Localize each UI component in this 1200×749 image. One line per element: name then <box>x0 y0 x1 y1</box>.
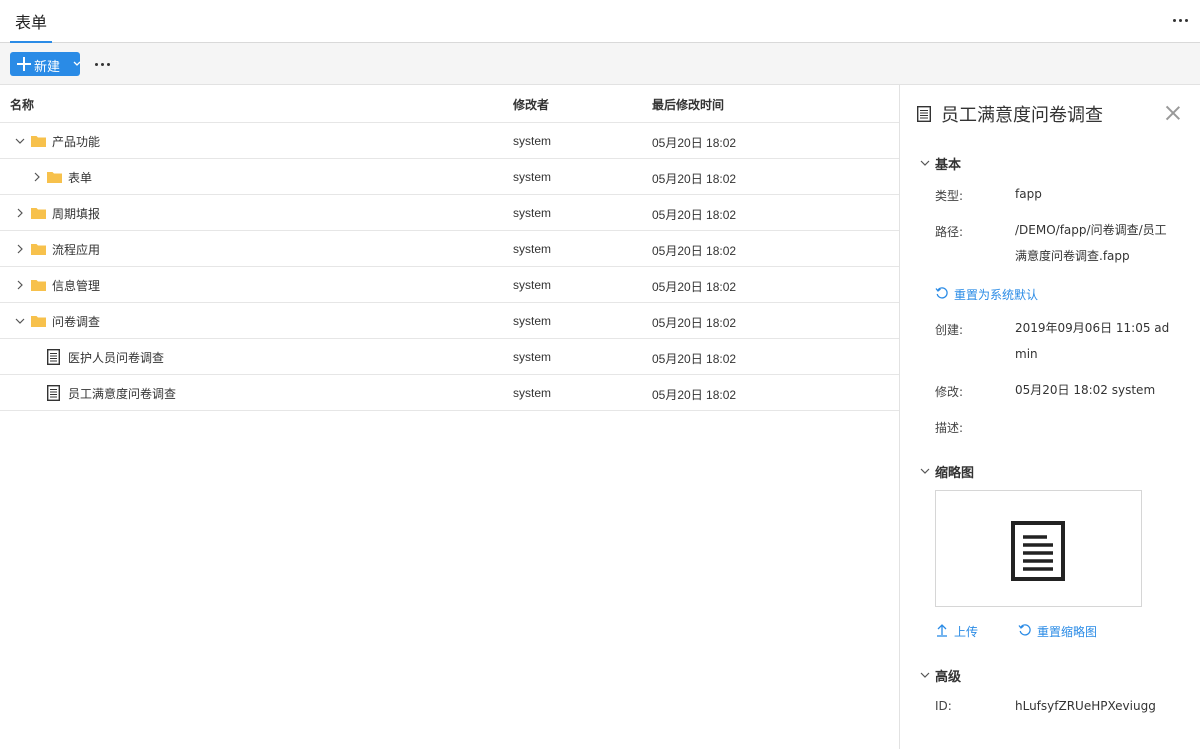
created-value: 2019年09月06日 11:05 admin <box>1015 321 1170 361</box>
created-label: 创建: <box>935 323 964 337</box>
chevron-down-icon <box>920 672 930 678</box>
undo-icon <box>935 287 948 299</box>
column-header-modifier[interactable]: 修改者 <box>513 96 549 113</box>
row-time: 05月20日 18:02 <box>652 208 737 222</box>
chevron-right-icon[interactable] <box>32 172 42 182</box>
row-time: 05月20日 18:02 <box>652 172 737 186</box>
folder-icon <box>31 316 46 327</box>
table-row[interactable]: 周期填报 system 05月20日 18:02 <box>0 195 899 231</box>
row-modifier: system <box>513 170 552 184</box>
id-label: ID: <box>935 699 952 713</box>
modified-value: 05月20日 18:02 system <box>1015 383 1156 397</box>
list-header: 名称 修改者 最后修改时间 <box>0 85 899 123</box>
tab-label: 表单 <box>15 13 48 32</box>
undo-icon <box>1018 624 1031 636</box>
path-label: 路径: <box>935 225 964 239</box>
chevron-right-icon[interactable] <box>15 244 25 254</box>
tab-form[interactable]: 表单 <box>10 0 52 44</box>
tab-bar: 表单 <box>0 0 1200 44</box>
table-row[interactable]: 流程应用 system 05月20日 18:02 <box>0 231 899 267</box>
row-time: 05月20日 18:02 <box>652 244 737 258</box>
row-time: 05月20日 18:02 <box>652 352 737 366</box>
plus-icon <box>17 57 31 71</box>
table-row[interactable]: 医护人员问卷调查 system 05月20日 18:02 <box>0 339 899 375</box>
folder-icon <box>31 136 46 147</box>
row-name: 医护人员问卷调查 <box>68 351 165 365</box>
row-modifier: system <box>513 350 552 364</box>
path-value: /DEMO/fapp/问卷调查/员工满意度问卷调查.fapp <box>1015 223 1167 263</box>
new-button[interactable]: 新建 <box>10 52 81 76</box>
row-name: 流程应用 <box>52 243 101 257</box>
document-icon <box>47 349 60 365</box>
folder-icon <box>31 280 46 291</box>
row-name: 产品功能 <box>52 135 101 149</box>
row-time: 05月20日 18:02 <box>652 388 737 402</box>
row-modifier: system <box>513 206 552 220</box>
reset-thumbnail-label: 重置缩略图 <box>1037 625 1098 639</box>
chevron-right-icon[interactable] <box>15 208 25 218</box>
file-list: 名称 修改者 最后修改时间 产品功能 system 05月20日 18:02 表… <box>0 85 899 749</box>
document-icon <box>1011 521 1065 581</box>
thumbnail-preview <box>935 490 1142 607</box>
row-name: 表单 <box>68 171 93 185</box>
column-header-name[interactable]: 名称 <box>10 96 34 113</box>
reset-default-label: 重置为系统默认 <box>954 288 1039 302</box>
more-icon[interactable] <box>1172 13 1190 27</box>
chevron-down-icon[interactable] <box>15 316 25 326</box>
new-button-label: 新建 <box>34 60 61 75</box>
row-modifier: system <box>513 242 552 256</box>
close-icon[interactable] <box>1165 105 1181 121</box>
row-name: 员工满意度问卷调查 <box>68 387 177 401</box>
row-modifier: system <box>513 386 552 400</box>
more-icon[interactable] <box>94 57 112 71</box>
table-row[interactable]: 信息管理 system 05月20日 18:02 <box>0 267 899 303</box>
panel-title: 员工满意度问卷调查 <box>941 105 1103 126</box>
reset-thumbnail-link[interactable]: 重置缩略图 <box>1018 623 1108 639</box>
folder-icon <box>31 244 46 255</box>
document-icon <box>47 385 60 401</box>
toolbar: 新建 <box>0 43 1200 85</box>
chevron-down-icon <box>73 61 81 66</box>
table-row[interactable]: 产品功能 system 05月20日 18:02 <box>0 123 899 159</box>
table-row[interactable]: 员工满意度问卷调查 system 05月20日 18:02 <box>0 375 899 411</box>
row-modifier: system <box>513 278 552 292</box>
type-label: 类型: <box>935 189 964 203</box>
reset-default-link[interactable]: 重置为系统默认 <box>935 286 1045 302</box>
upload-label: 上传 <box>954 625 979 639</box>
row-time: 05月20日 18:02 <box>652 316 737 330</box>
type-value: fapp <box>1015 187 1042 201</box>
row-name: 周期填报 <box>52 207 101 221</box>
document-icon <box>917 106 931 122</box>
chevron-down-icon[interactable] <box>15 136 25 146</box>
modified-label: 修改: <box>935 385 964 399</box>
chevron-down-icon <box>920 160 930 166</box>
folder-icon <box>47 172 62 183</box>
column-header-modified-time[interactable]: 最后修改时间 <box>652 96 724 113</box>
chevron-down-icon <box>920 468 930 474</box>
row-time: 05月20日 18:02 <box>652 280 737 294</box>
section-advanced-label: 高级 <box>935 670 962 685</box>
row-time: 05月20日 18:02 <box>652 136 737 150</box>
chevron-right-icon[interactable] <box>15 280 25 290</box>
table-row[interactable]: 表单 system 05月20日 18:02 <box>0 159 899 195</box>
row-modifier: system <box>513 314 552 328</box>
table-row[interactable]: 问卷调查 system 05月20日 18:02 <box>0 303 899 339</box>
section-thumbnail-label: 缩略图 <box>935 466 975 481</box>
details-panel: 员工满意度问卷调查 基本 类型: fapp 路径: /DEMO/fapp/问卷调… <box>899 85 1200 749</box>
description-label: 描述: <box>935 421 964 435</box>
upload-icon <box>937 624 947 637</box>
folder-icon <box>31 208 46 219</box>
id-value: hLufsyfZRUeHPXeviugg <box>1015 699 1156 713</box>
row-modifier: system <box>513 134 552 148</box>
section-basic-label: 基本 <box>935 158 962 173</box>
row-name: 问卷调查 <box>52 315 101 329</box>
row-name: 信息管理 <box>52 279 101 293</box>
upload-thumbnail-link[interactable]: 上传 <box>935 623 995 639</box>
